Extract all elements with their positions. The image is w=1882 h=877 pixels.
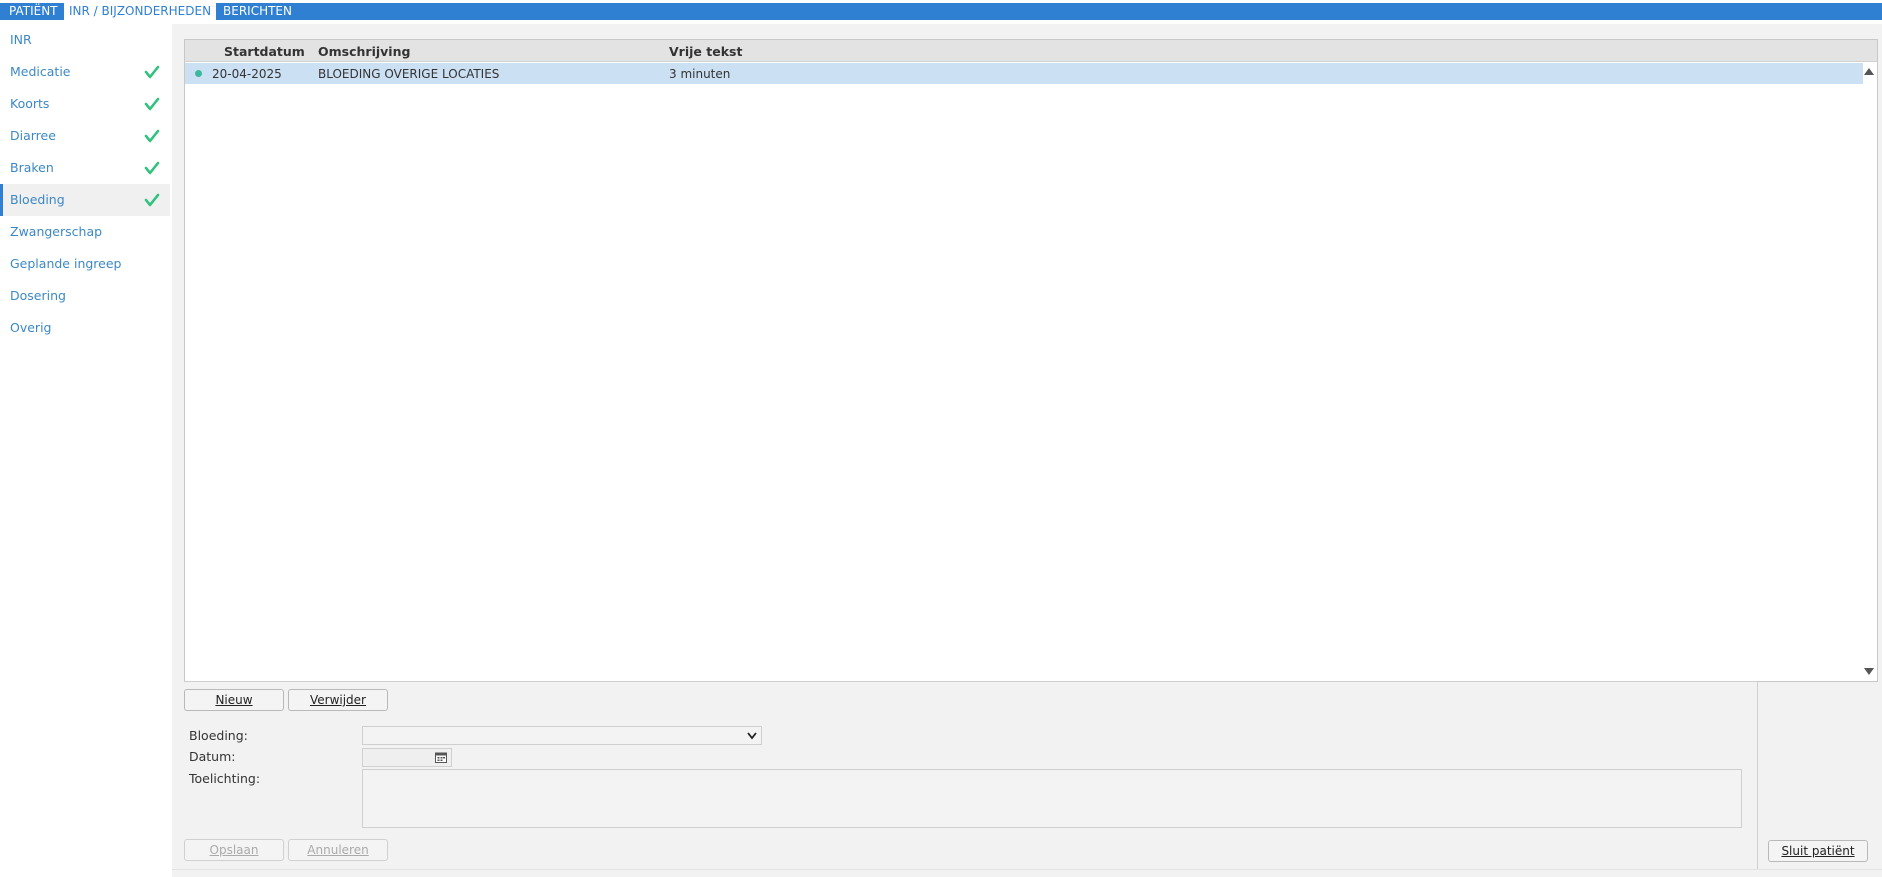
right-panel-divider	[1757, 682, 1758, 869]
sidebar-item-diarree[interactable]: Diarree	[0, 120, 170, 152]
grid-bottom-divider	[184, 681, 1758, 682]
chevron-down-icon	[747, 732, 757, 740]
top-tab-bar: PATIËNT INR / BIJZONDERHEDEN BERICHTEN	[0, 3, 1882, 20]
sidebar-item-label: Zwangerschap	[10, 224, 103, 239]
sidebar-item-zwangerschap[interactable]: Zwangerschap	[0, 216, 170, 248]
sidebar-item-medicatie[interactable]: Medicatie	[0, 56, 170, 88]
sidebar-item-bloeding[interactable]: Bloeding	[0, 184, 170, 216]
table-row[interactable]: 20-04-2025 BLOEDING OVERIGE LOCATIES 3 m…	[185, 63, 1863, 84]
scroll-up-icon[interactable]	[1863, 66, 1875, 76]
sidebar-item-label: Bloeding	[10, 192, 65, 207]
checkmark-icon	[144, 97, 160, 111]
status-dot-icon	[195, 70, 202, 77]
sidebar-item-label: Koorts	[10, 96, 50, 111]
new-button[interactable]: Nieuw	[184, 689, 284, 711]
cell-vrije-tekst: 3 minuten	[669, 67, 731, 81]
column-header-vrije-tekst[interactable]: Vrije tekst	[669, 44, 742, 59]
sidebar-item-dosering[interactable]: Dosering	[0, 280, 170, 312]
sidebar-item-label: Overig	[10, 320, 52, 335]
sidebar-item-braken[interactable]: Braken	[0, 152, 170, 184]
grid-header: Startdatum Omschrijving Vrije tekst	[185, 40, 1877, 62]
calendar-icon[interactable]	[435, 752, 447, 763]
save-button[interactable]: Opslaan	[184, 839, 284, 861]
tab-inr-bijzonderheden[interactable]: INR / BIJZONDERHEDEN	[64, 3, 217, 20]
sidebar-item-koorts[interactable]: Koorts	[0, 88, 170, 120]
delete-button[interactable]: Verwijder	[288, 689, 388, 711]
datum-field[interactable]	[362, 748, 452, 767]
sidebar-item-label: INR	[10, 32, 32, 47]
bleeding-grid: Startdatum Omschrijving Vrije tekst 20-0…	[184, 39, 1878, 682]
cell-omschrijving: BLOEDING OVERIGE LOCATIES	[318, 67, 500, 81]
checkmark-icon	[144, 161, 160, 175]
scroll-down-icon[interactable]	[1863, 667, 1875, 677]
cell-startdatum: 20-04-2025	[212, 67, 282, 81]
toelichting-textarea[interactable]	[362, 769, 1742, 828]
datum-label: Datum:	[189, 749, 236, 764]
checkmark-icon	[144, 193, 160, 207]
tab-berichten[interactable]: BERICHTEN	[218, 3, 297, 20]
sidebar-item-inr[interactable]: INR	[0, 24, 170, 56]
sidebar-item-label: Geplande ingreep	[10, 256, 122, 271]
cancel-button[interactable]: Annuleren	[288, 839, 388, 861]
sidebar-item-overig[interactable]: Overig	[0, 312, 170, 344]
tab-patient[interactable]: PATIËNT	[4, 3, 63, 20]
column-header-omschrijving[interactable]: Omschrijving	[318, 44, 410, 59]
sidebar-item-geplande-ingreep[interactable]: Geplande ingreep	[0, 248, 170, 280]
close-patient-button[interactable]: Sluit patiënt	[1768, 840, 1868, 862]
bottom-divider	[172, 869, 1882, 870]
sidebar-item-label: Diarree	[10, 128, 56, 143]
bloeding-select[interactable]	[362, 726, 762, 745]
toelichting-label: Toelichting:	[189, 771, 261, 786]
checkmark-icon	[144, 65, 160, 79]
sidebar-item-label: Medicatie	[10, 64, 71, 79]
sidebar: INR Medicatie Koorts Diarree Braken Bloe…	[0, 24, 170, 346]
column-header-startdatum[interactable]: Startdatum	[224, 44, 305, 59]
sidebar-item-label: Braken	[10, 160, 54, 175]
sidebar-item-label: Dosering	[10, 288, 66, 303]
bloeding-label: Bloeding:	[189, 728, 248, 743]
checkmark-icon	[144, 129, 160, 143]
